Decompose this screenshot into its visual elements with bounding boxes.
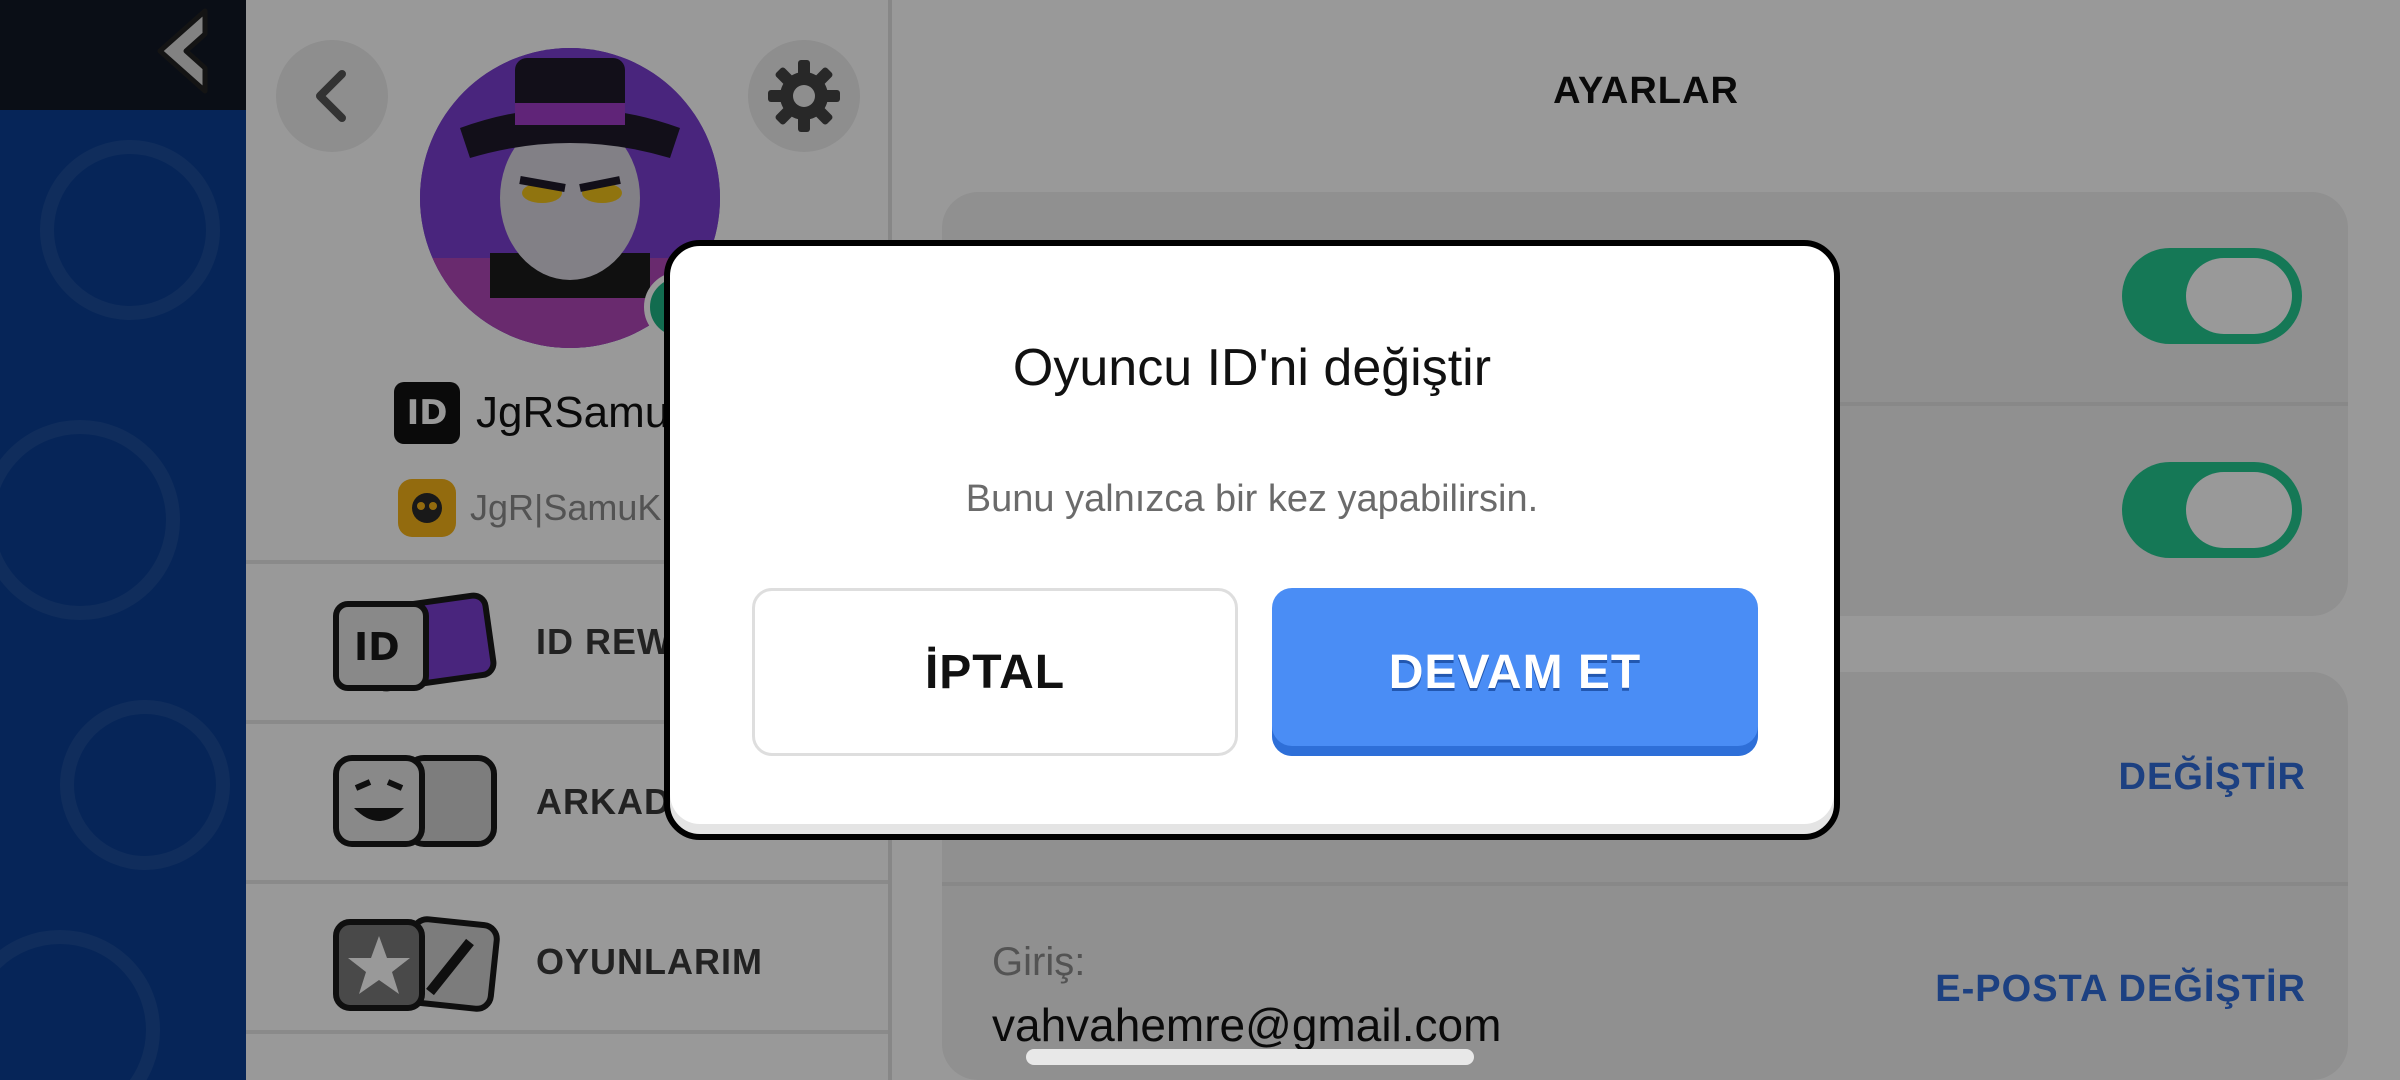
dialog-title: Oyuncu ID'ni değiştir: [1012, 339, 1492, 397]
cancel-button[interactable]: İPTAL: [752, 588, 1238, 756]
dialog-subtitle: Bunu yalnızca bir kez yapabilirsin.: [965, 478, 1539, 520]
home-indicator-bar[interactable]: [1026, 1049, 1474, 1065]
change-player-id-dialog: Oyuncu ID'ni değiştir Bunu yalnızca bir …: [664, 240, 1840, 840]
continue-button[interactable]: DEVAM ET: [1272, 588, 1758, 756]
